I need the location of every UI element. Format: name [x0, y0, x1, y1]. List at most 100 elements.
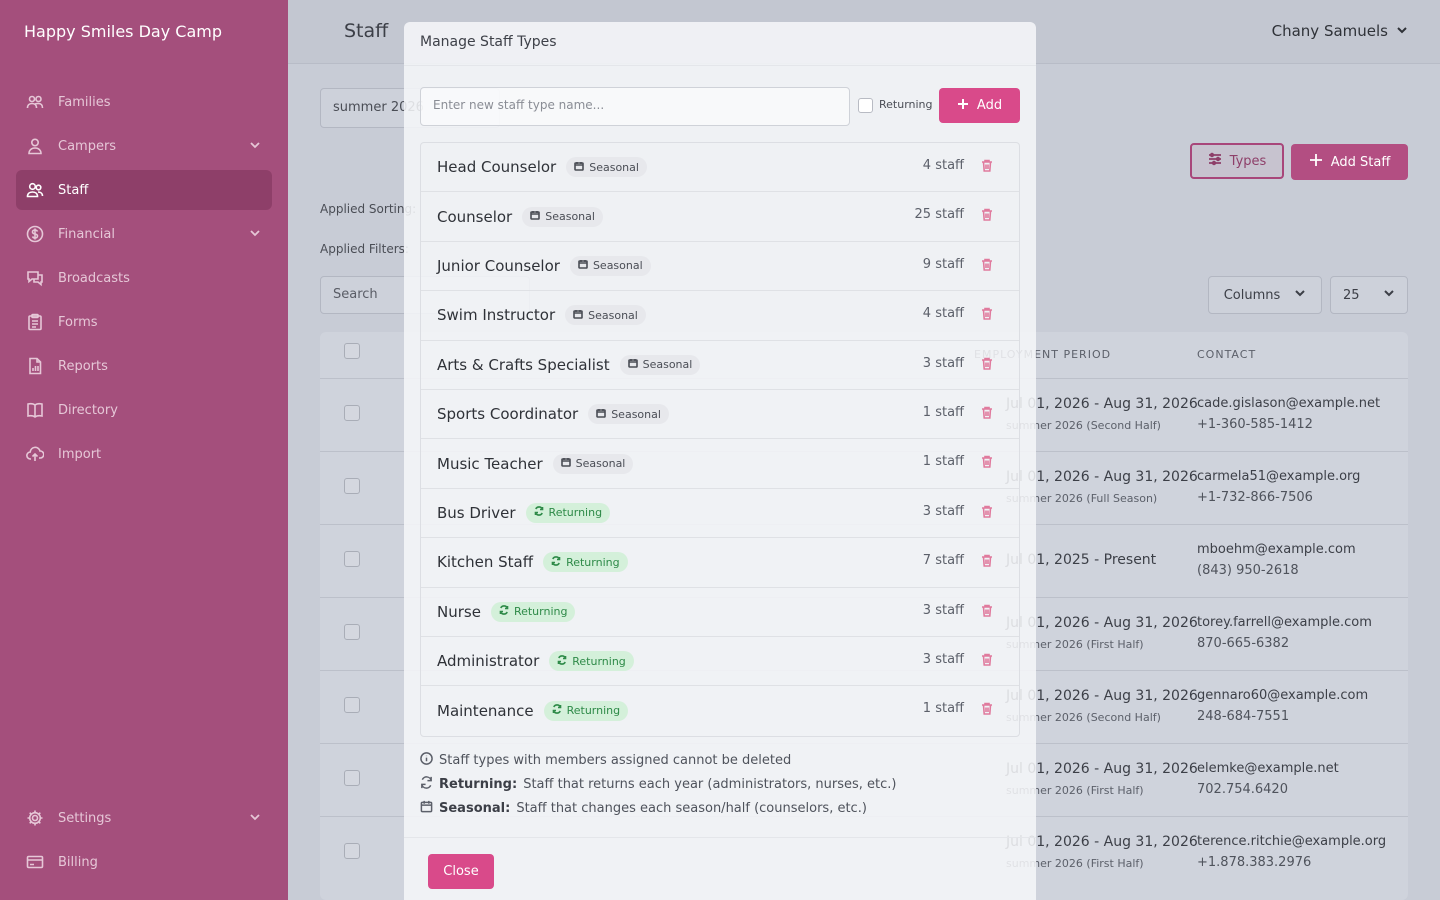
sidebar-item-directory[interactable]: Directory	[16, 390, 272, 430]
contact-email[interactable]: elemke@example.net	[1197, 761, 1339, 776]
seasonal-badge: Seasonal	[569, 255, 651, 276]
calendar-icon	[573, 309, 583, 322]
columns-button[interactable]: Columns	[1208, 276, 1322, 314]
staff-type-row: Maintenance Returning 1 staff	[421, 686, 1019, 735]
badge-label: Returning	[566, 555, 620, 569]
trash-icon[interactable]	[981, 505, 993, 518]
badge-label: Returning	[513, 605, 568, 619]
contact-email[interactable]: terence.ritchie@example.org	[1197, 834, 1386, 849]
sidebar-item-label: Forms	[58, 314, 98, 330]
sidebar-item-staff[interactable]: Staff	[16, 170, 272, 210]
badge-label: Seasonal	[545, 210, 595, 224]
plus-icon	[957, 98, 969, 114]
contact-email[interactable]: torey.farrell@example.com	[1197, 615, 1372, 630]
sidebar-item-forms[interactable]: Forms	[16, 302, 272, 342]
applied-filters-label: Applied Filters:	[320, 242, 409, 256]
sidebar-item-import[interactable]: Import	[16, 434, 272, 474]
badge-label: Returning	[548, 506, 603, 520]
returning-badge: Returning	[490, 601, 576, 622]
brand-name[interactable]: Happy Smiles Day Camp	[24, 22, 222, 41]
sliders-icon	[1208, 152, 1222, 170]
select-all-checkbox[interactable]	[344, 343, 360, 359]
sidebar-item-broadcasts[interactable]: Broadcasts	[16, 258, 272, 298]
contact-email[interactable]: gennaro60@example.com	[1197, 688, 1368, 703]
columns-label: Columns	[1223, 287, 1281, 303]
contact-phone[interactable]: (843) 950-2618	[1197, 563, 1299, 578]
row-checkbox[interactable]	[344, 697, 360, 713]
sidebar-item-reports[interactable]: Reports	[16, 346, 272, 386]
per-page-value: 25	[1343, 287, 1360, 303]
trash-icon[interactable]	[981, 208, 993, 222]
contact-phone[interactable]: 702.754.6420	[1197, 782, 1288, 797]
sidebar-item-label: Campers	[58, 138, 117, 154]
user-menu[interactable]: Chany Samuels	[1272, 22, 1408, 40]
trash-icon[interactable]	[981, 357, 993, 370]
trash-icon[interactable]	[981, 406, 993, 419]
types-button[interactable]: Types	[1190, 143, 1284, 179]
staff-type-row: Nurse Returning 3 staff	[421, 588, 1019, 637]
badge-label: Seasonal	[588, 308, 638, 322]
staff-type-row: Administrator Returning 3 staff	[421, 637, 1019, 687]
returning-badge: Returning	[525, 502, 611, 523]
staff-count: 4 staff	[922, 306, 964, 322]
trash-icon[interactable]	[981, 702, 993, 716]
contact-email[interactable]: carmela51@example.org	[1197, 469, 1360, 484]
contact-phone[interactable]: +1.878.383.2976	[1197, 855, 1311, 870]
sidebar-item-billing[interactable]: Billing	[16, 842, 272, 882]
trash-icon[interactable]	[981, 554, 993, 567]
staff-type-name: Counselor	[437, 207, 513, 226]
trash-icon[interactable]	[981, 653, 993, 666]
seasonal-badge: Seasonal	[552, 453, 634, 474]
add-staff-button[interactable]: Add Staff	[1291, 144, 1408, 180]
staff-count: 3 staff	[922, 503, 964, 519]
contact-email[interactable]: cade.gislason@example.net	[1197, 396, 1380, 411]
trash-icon[interactable]	[981, 604, 993, 617]
contact-email[interactable]: mboehm@example.com	[1197, 542, 1356, 557]
returning-checkbox[interactable]	[858, 98, 873, 113]
sidebar-item-label: Broadcasts	[58, 270, 130, 286]
staff-type-name: Swim Instructor	[437, 306, 556, 325]
contact-phone[interactable]: +1-360-585-1412	[1197, 417, 1313, 432]
report-icon	[26, 357, 44, 375]
trash-icon[interactable]	[981, 159, 993, 172]
close-button[interactable]: Close	[428, 854, 494, 889]
trash-icon[interactable]	[981, 455, 993, 469]
row-checkbox[interactable]	[344, 405, 360, 421]
sidebar-item-financial[interactable]: Financial	[16, 214, 272, 254]
staff-icon	[26, 181, 44, 199]
staff-count: 4 staff	[922, 158, 964, 173]
seasonal-note-title: Seasonal:	[439, 801, 511, 816]
staff-count: 3 staff	[922, 602, 964, 618]
sidebar-nav: Families Campers Staff Financial Broadcasts F…	[16, 82, 272, 478]
delete-note: Staff types with members assigned cannot…	[420, 752, 791, 769]
trash-icon[interactable]	[981, 258, 993, 271]
staff-type-name: Bus Driver	[437, 503, 516, 522]
row-checkbox[interactable]	[344, 478, 360, 494]
new-staff-type-input[interactable]: Enter new staff type name...	[420, 87, 850, 126]
sidebar-item-settings[interactable]: Settings	[16, 798, 272, 838]
chat-icon	[26, 269, 44, 287]
add-type-button[interactable]: Add	[939, 88, 1020, 123]
add-type-label: Add	[976, 98, 1003, 113]
refresh-icon	[552, 704, 562, 717]
row-checkbox[interactable]	[344, 624, 360, 640]
contact-phone[interactable]: 248-684-7551	[1197, 709, 1289, 724]
types-button-label: Types	[1229, 153, 1267, 169]
badge-label: Seasonal	[575, 457, 626, 471]
sidebar-item-families[interactable]: Families	[16, 82, 272, 122]
row-checkbox[interactable]	[344, 843, 360, 859]
staff-type-name: Head Counselor	[437, 158, 557, 177]
trash-icon[interactable]	[981, 307, 993, 320]
gear-icon	[26, 809, 44, 827]
sidebar-item-campers[interactable]: Campers	[16, 126, 272, 166]
refresh-icon	[551, 555, 561, 569]
staff-type-name: Nurse	[437, 602, 481, 621]
staff-type-name: Arts & Crafts Specialist	[437, 355, 610, 374]
contact-phone[interactable]: 870-665-6382	[1197, 636, 1289, 651]
staff-type-row: Junior Counselor Seasonal 9 staff	[421, 242, 1019, 292]
per-page-select[interactable]: 25	[1330, 276, 1408, 314]
row-checkbox[interactable]	[344, 770, 360, 786]
row-checkbox[interactable]	[344, 551, 360, 567]
contact-phone[interactable]: +1-732-866-7506	[1197, 490, 1313, 505]
returning-badge: Returning	[543, 700, 629, 721]
